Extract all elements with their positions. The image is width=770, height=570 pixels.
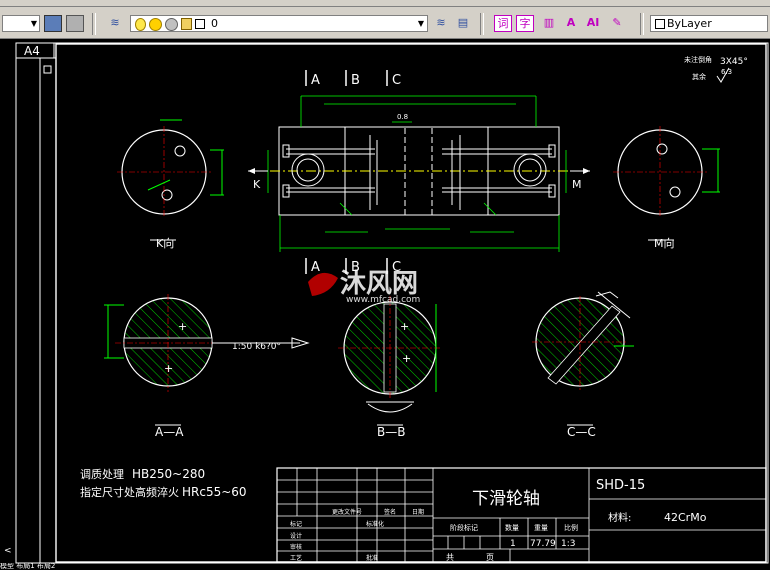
workspace-dropdown[interactable]: ▼ [2,15,40,32]
layer-dropdown[interactable]: 0 ▼ [130,15,428,32]
text-edit-icon[interactable]: ✎ [608,15,626,32]
layout-tabs-status[interactable]: 模型 布局1 布局2 [0,563,160,570]
color-swatch-icon [655,19,665,29]
tech-note-2-label: 指定尺寸处高频淬火 [80,485,179,499]
material-value: 42CrMo [664,511,707,524]
text-tool-2[interactable]: 字 [516,15,534,32]
sheet-total-label: 共 [446,553,454,562]
toolbar-separator [92,13,96,35]
layer-states-icon[interactable] [66,15,84,32]
title-sign-label: 签名 [384,508,396,516]
section-b-b-label: B—B [377,425,405,439]
title-row-label-3: 审核 [290,543,302,551]
weight-value: 77.79 [530,539,556,549]
layer-name: 0 [211,17,218,30]
column-count: 数量 [505,523,519,532]
scale-value: 1:3 [561,539,575,549]
k-view-label: K向 [156,236,174,250]
make-current-icon[interactable]: ≋ [432,15,450,32]
column-ratio: 比例 [564,523,578,532]
sheet-page-label: 页 [486,553,494,562]
rest-label: 其余 [692,72,706,81]
title-row-label-4: 工艺 [290,554,302,562]
section-label-top-c: C [392,73,401,88]
section-a-a-label: A—A [155,425,184,439]
tech-note-1-label: 调质处理 [80,468,124,481]
toolbar-separator [480,13,484,35]
color-swatch-icon [195,19,205,29]
tech-note-1-value: HB250~280 [132,467,205,481]
lock-icon [181,18,192,30]
drawing-number: SHD-15 [596,478,645,493]
part-name: 下滑轮轴 [472,489,540,509]
drawing-canvas[interactable]: A4 < 未注倒角 3X45° 其余 6.3 A B C A B C 0.8 K… [0,39,770,570]
svg-text:+: + [402,352,411,365]
linetype-dropdown[interactable]: ByLayer [650,15,768,32]
watermark-url: www.mfcad.com [346,295,420,305]
taper-note: 1:50 k6?0° [232,342,281,352]
quantity-value: 1 [510,539,516,549]
center-dimension-value: 0.8 [397,113,408,121]
chamfer-label: 未注倒角 [684,55,712,64]
title-row-label-2: 设计 [290,532,302,540]
view-direction-m: M [572,178,582,191]
upper-toolbar-strip [0,0,770,7]
tech-note-2-value: HRc55~60 [182,485,247,499]
svg-text:+: + [164,362,173,375]
chevron-down-icon: ▼ [417,19,424,28]
section-label-top-b: B [351,73,360,88]
section-label-top-a: A [311,73,320,88]
svg-text:<: < [4,546,12,556]
material-label: 材料: [608,511,631,524]
layer-stack-icon[interactable]: ≋ [106,15,124,32]
title-row-label-1: 标记 [290,520,302,528]
chevron-down-icon: ▼ [30,19,37,28]
text-tool-1[interactable]: 词 [494,15,512,32]
viewport-freeze-icon [165,18,178,31]
text-tool-3[interactable]: AI [584,15,602,32]
column-weight: 重量 [534,524,548,532]
toolbar-separator [640,13,644,35]
layer-manager-icon[interactable] [44,15,62,32]
style-tool-icon[interactable]: ▥ [540,15,558,32]
title-mid-label-1: 标准化 [366,520,384,528]
title-mid-label-2: 批准 [366,554,378,562]
chamfer-value: 3X45° [720,57,748,67]
title-file-label: 更改文件号 [332,508,362,516]
m-view-label: M向 [654,236,675,250]
title-date-label: 日期 [412,508,424,516]
layer-properties-toolbar: ▼ ≋ 0 ▼ ≋ ▤ 词 字 ▥ A AI ✎ ByLayer [0,7,770,39]
layer-previous-icon[interactable]: ▤ [454,15,472,32]
lightbulb-icon [135,18,146,31]
section-c-c-label: C—C [567,425,596,439]
linetype-value: ByLayer [667,17,712,30]
svg-text:+: + [400,320,409,333]
section-label-bottom-a: A [311,260,320,275]
sun-icon [149,18,162,31]
column-stage-mark: 阶段标记 [450,523,478,532]
sheet-size-label: A4 [24,44,40,58]
view-direction-k: K [253,178,261,191]
ab-style-icon[interactable]: A [562,15,580,32]
svg-text:+: + [178,320,187,333]
